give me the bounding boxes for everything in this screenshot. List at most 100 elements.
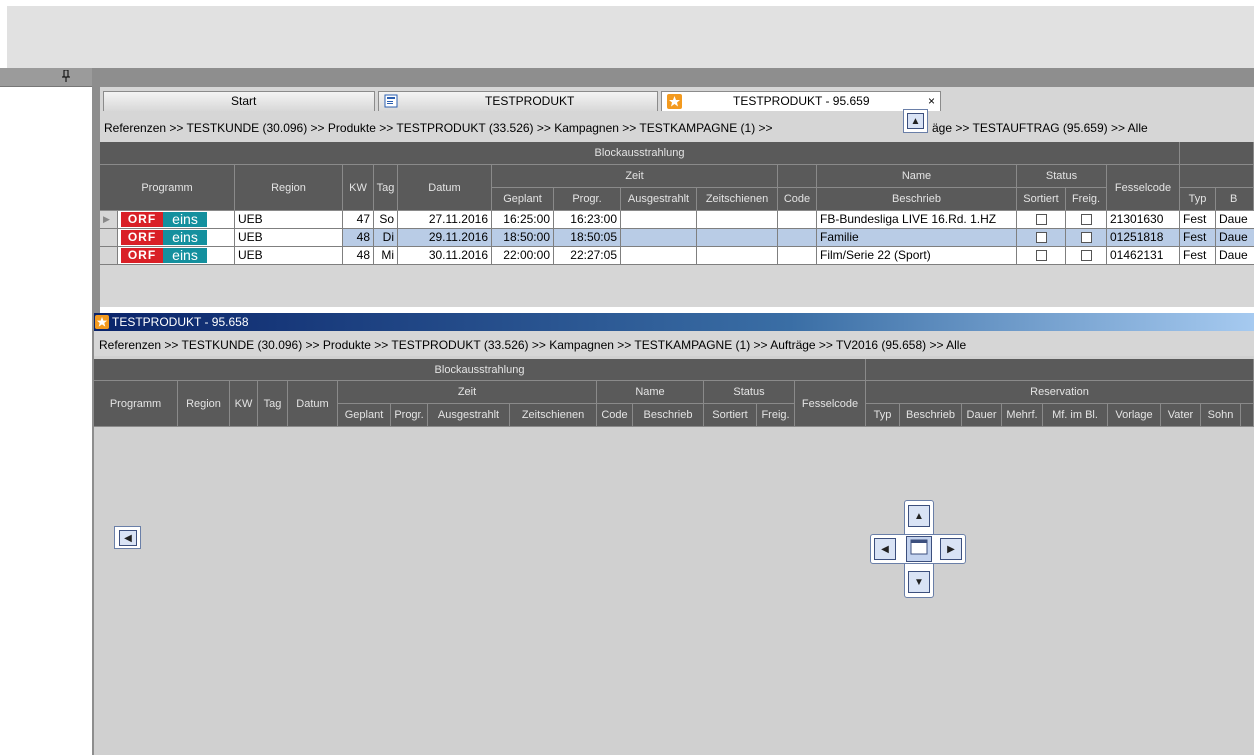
col-datum[interactable]: Datum (398, 165, 492, 211)
col-progr[interactable]: Progr. (554, 188, 621, 211)
pin-icon[interactable] (58, 69, 74, 84)
col-code[interactable]: Code (778, 188, 817, 211)
col-progr[interactable]: Progr. (391, 404, 428, 427)
col-dauer[interactable]: Dauer (962, 404, 1002, 427)
typ-cell[interactable]: Fest (1180, 211, 1216, 229)
progr-cell[interactable]: 16:23:00 (554, 211, 621, 229)
col-tag[interactable]: Tag (258, 381, 288, 427)
col-programm[interactable]: Programm (100, 165, 235, 211)
arrow-right-icon[interactable]: ▶ (940, 538, 962, 560)
table-row[interactable]: ORF eins UEB 48 Mi 30.11.2016 22:00:00 2… (100, 247, 1254, 265)
progr-cell[interactable]: 22:27:05 (554, 247, 621, 265)
arrow-left-icon[interactable]: ◀ (874, 538, 896, 560)
col-mf-im-bl[interactable]: Mf. im Bl. (1043, 404, 1108, 427)
dauer-cell[interactable]: Daue (1216, 211, 1254, 229)
tab-testprodukt[interactable]: TESTPRODUKT (378, 91, 658, 111)
code-cell[interactable] (778, 247, 817, 265)
geplant-cell[interactable]: 18:50:00 (492, 229, 554, 247)
fesselcode-cell[interactable]: 21301630 (1107, 211, 1180, 229)
close-icon[interactable]: × (928, 92, 935, 111)
col-sortiert[interactable]: Sortiert (704, 404, 757, 427)
breadcrumb-text[interactable]: Referenzen >> TESTKUNDE (30.096) >> Prod… (104, 121, 773, 135)
region-cell[interactable]: UEB (235, 229, 343, 247)
breadcrumb-text[interactable]: Referenzen >> TESTKUNDE (30.096) >> Prod… (99, 338, 966, 352)
tag-cell[interactable]: So (374, 211, 398, 229)
sortiert-checkbox[interactable] (1036, 232, 1047, 243)
col-vater[interactable]: Vater (1161, 404, 1201, 427)
ausgestrahlt-cell[interactable] (621, 247, 697, 265)
beschrieb-cell[interactable]: FB-Bundesliga LIVE 16.Rd. 1.HZ (817, 211, 1017, 229)
col-region[interactable]: Region (178, 381, 230, 427)
sortiert-checkbox[interactable] (1036, 214, 1047, 225)
geplant-cell[interactable]: 22:00:00 (492, 247, 554, 265)
col-code[interactable]: Code (597, 404, 633, 427)
dock-center-icon[interactable] (906, 536, 932, 562)
tab-start[interactable]: Start (103, 91, 375, 111)
col-vorlage[interactable]: Vorlage (1108, 404, 1161, 427)
col-sortiert[interactable]: Sortiert (1017, 188, 1066, 211)
typ-cell[interactable]: Fest (1180, 247, 1216, 265)
col-sohn[interactable]: Sohn (1201, 404, 1241, 427)
col-geplant[interactable]: Geplant (338, 404, 391, 427)
beschrieb-cell[interactable]: Familie (817, 229, 1017, 247)
fesselcode-cell[interactable]: 01462131 (1107, 247, 1180, 265)
code-cell[interactable] (778, 229, 817, 247)
col-mehrf[interactable]: Mehrf. (1002, 404, 1043, 427)
zeitschienen-cell[interactable] (697, 247, 778, 265)
region-cell[interactable]: UEB (235, 247, 343, 265)
kw-cell[interactable]: 48 (343, 247, 374, 265)
tag-cell[interactable]: Mi (374, 247, 398, 265)
window-titlebar[interactable]: TESTPRODUKT - 95.658 (94, 313, 1254, 331)
col-datum[interactable]: Datum (288, 381, 338, 427)
sortiert-checkbox[interactable] (1036, 250, 1047, 261)
beschrieb-cell[interactable]: Film/Serie 22 (Sport) (817, 247, 1017, 265)
col-fesselcode[interactable]: Fesselcode (1107, 165, 1180, 211)
dock-top-indicator[interactable]: ▲ (903, 109, 928, 133)
typ-cell[interactable]: Fest (1180, 229, 1216, 247)
tab-testprodukt-95659[interactable]: TESTPRODUKT - 95.659 × (661, 91, 941, 111)
col-region[interactable]: Region (235, 165, 343, 211)
freig-checkbox[interactable] (1081, 250, 1092, 261)
zeitschienen-cell[interactable] (697, 229, 778, 247)
datum-cell[interactable]: 29.11.2016 (398, 229, 492, 247)
dauer-cell[interactable]: Daue (1216, 229, 1254, 247)
tag-cell[interactable]: Di (374, 229, 398, 247)
kw-cell[interactable]: 47 (343, 211, 374, 229)
progr-cell[interactable]: 18:50:05 (554, 229, 621, 247)
col-kw[interactable]: KW (230, 381, 258, 427)
table-row[interactable]: ORF eins UEB 48 Di 29.11.2016 18:50:00 1… (100, 229, 1254, 247)
col-freig[interactable]: Freig. (757, 404, 795, 427)
col-tag[interactable]: Tag (374, 165, 398, 211)
freig-checkbox[interactable] (1081, 232, 1092, 243)
col-fesselcode[interactable]: Fesselcode (795, 381, 866, 427)
freig-checkbox[interactable] (1081, 214, 1092, 225)
col-beschrieb[interactable]: Beschrieb (633, 404, 704, 427)
dock-left-indicator[interactable]: ◀ (114, 526, 141, 549)
table-row[interactable]: ▶ ORF eins UEB 47 So 27.11.2016 16:25:00… (100, 211, 1254, 229)
region-cell[interactable]: UEB (235, 211, 343, 229)
col-beschrieb[interactable]: Beschrieb (817, 188, 1017, 211)
datum-cell[interactable]: 27.11.2016 (398, 211, 492, 229)
col-res-beschrieb[interactable]: Beschrieb (900, 404, 962, 427)
zeitschienen-cell[interactable] (697, 211, 778, 229)
breadcrumb-text[interactable]: äge >> TESTAUFTRAG (95.659) >> Alle (932, 121, 1148, 135)
arrow-down-icon[interactable]: ▼ (908, 571, 930, 593)
col-typ[interactable]: Typ (866, 404, 900, 427)
col-zeitschienen[interactable]: Zeitschienen (697, 188, 778, 211)
col-geplant[interactable]: Geplant (492, 188, 554, 211)
fesselcode-cell[interactable]: 01251818 (1107, 229, 1180, 247)
code-cell[interactable] (778, 211, 817, 229)
col-programm[interactable]: Programm (94, 381, 178, 427)
col-b[interactable]: B (1216, 188, 1254, 211)
ausgestrahlt-cell[interactable] (621, 229, 697, 247)
col-ausgestrahlt[interactable]: Ausgestrahlt (428, 404, 510, 427)
col-kw[interactable]: KW (343, 165, 374, 211)
col-zeitschienen[interactable]: Zeitschienen (510, 404, 597, 427)
col-ausgestrahlt[interactable]: Ausgestrahlt (621, 188, 697, 211)
ausgestrahlt-cell[interactable] (621, 211, 697, 229)
arrow-up-icon[interactable]: ▲ (908, 505, 930, 527)
col-typ[interactable]: Typ (1180, 188, 1216, 211)
dauer-cell[interactable]: Daue (1216, 247, 1254, 265)
geplant-cell[interactable]: 16:25:00 (492, 211, 554, 229)
datum-cell[interactable]: 30.11.2016 (398, 247, 492, 265)
